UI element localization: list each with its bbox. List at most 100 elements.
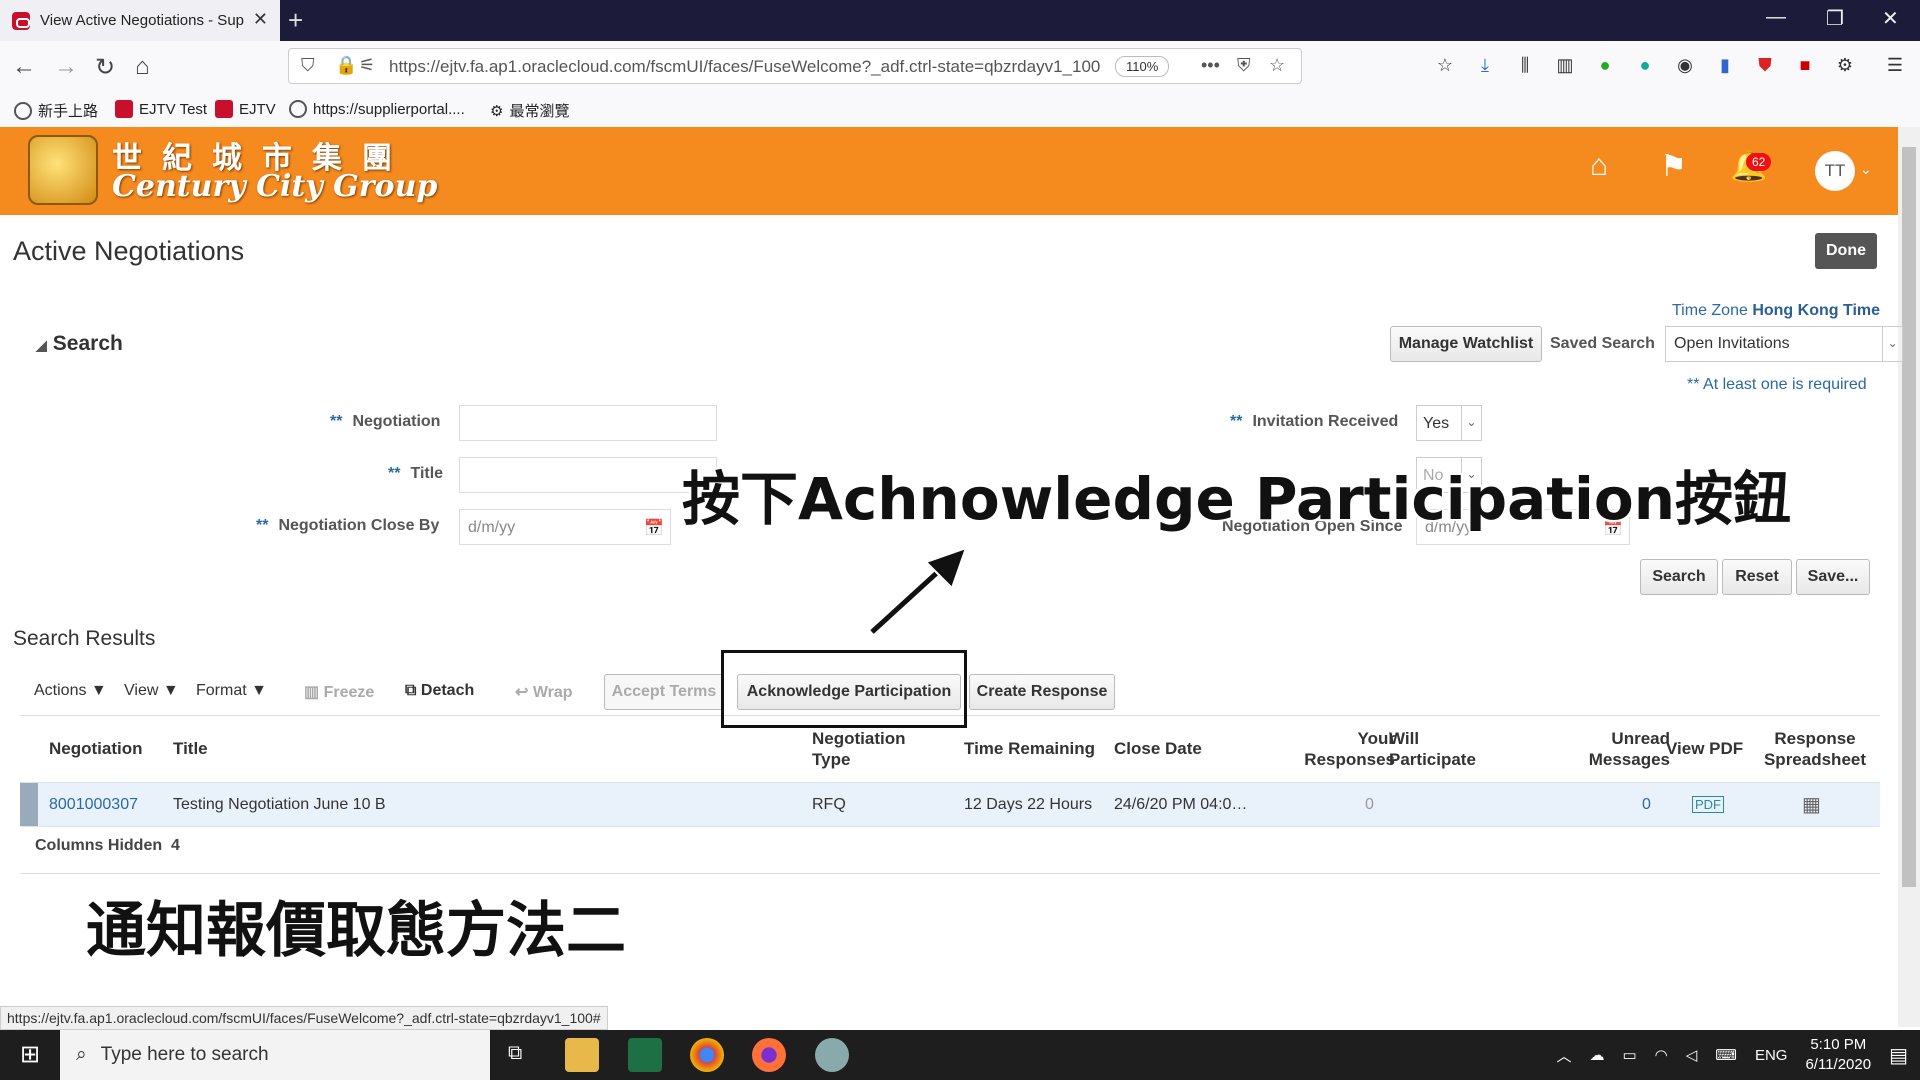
page-actions-icon[interactable]: ••• [1201,55,1220,76]
col-your-responses[interactable]: Your Responses [1280,728,1395,770]
bookmark-item[interactable]: EJTV Test [115,100,207,118]
search-button[interactable]: Search [1640,559,1718,595]
close-tab-icon[interactable]: ✕ [253,9,268,30]
saved-search-select[interactable]: Open Invitations ⌄ [1665,326,1903,362]
close-by-date-input[interactable]: d/m/yy 📅 [459,509,671,545]
wrap-icon: ↩ [515,684,529,701]
highlight-box [721,650,967,728]
company-logo[interactable] [28,135,98,205]
scrollbar-thumb[interactable] [1902,147,1916,887]
firefox-icon[interactable] [752,1038,786,1072]
bookmark-item[interactable]: 新手上路 [14,100,98,121]
table-row[interactable]: 8001000307 Testing Negotiation June 10 B… [20,782,1880,827]
manage-watchlist-button[interactable]: Manage Watchlist [1390,326,1542,362]
create-response-button[interactable]: Create Response [969,674,1115,710]
col-time-remaining[interactable]: Time Remaining [964,738,1095,759]
bookmark-item[interactable]: https://supplierportal.... [289,100,465,118]
browser-tab[interactable]: View Active Negotiations - Sup ✕ [0,0,280,41]
clock[interactable]: 5:10 PM 6/11/2020 [1805,1035,1871,1075]
save-search-button[interactable]: Save... [1796,559,1870,595]
close-window-icon[interactable]: ✕ [1882,6,1899,31]
extension-bookmark-icon[interactable]: ▮ [1714,54,1736,76]
actions-menu[interactable]: Actions ▼ [34,682,107,700]
url-bar[interactable]: ⛉ 🔒 ⚟ https://ejtv.fa.ap1.oraclecloud.co… [288,48,1302,84]
ublock-icon[interactable]: ⛊ [1754,54,1776,76]
row-selector[interactable] [20,783,38,826]
shield-icon[interactable]: ⛉ [301,55,315,76]
action-center-icon[interactable]: ▤ [1889,1043,1908,1068]
file-explorer-icon[interactable] [565,1038,599,1072]
wrap-button[interactable]: ↩ Wrap [515,682,573,702]
wifi-icon[interactable]: ◠ [1655,1046,1668,1064]
accept-terms-button[interactable]: Accept Terms [604,674,724,710]
home-icon[interactable]: ⌂ [135,53,150,81]
extension-check-icon[interactable]: ● [1594,54,1616,76]
home-icon[interactable]: ⌂ [1590,149,1608,183]
bookmark-item[interactable]: EJTV [215,100,276,118]
row-unread-messages[interactable]: 0 [1642,796,1651,814]
excel-icon[interactable] [628,1038,662,1072]
extension-icon[interactable]: ⚙ [1834,54,1856,76]
format-menu[interactable]: Format ▼ [196,682,267,700]
sidebar-icon[interactable]: ▥ [1554,54,1576,76]
page-scrollbar[interactable] [1898,127,1920,1027]
done-button[interactable]: Done [1815,233,1877,269]
flag-icon[interactable]: ⚑ [1660,149,1687,184]
library-icon[interactable]: ⫼ [1514,54,1536,76]
language-indicator[interactable]: ENG [1755,1047,1788,1064]
task-view-icon[interactable]: ⧉ [508,1042,522,1065]
freeze-button[interactable]: ▥ Freeze [304,682,374,702]
restore-icon[interactable]: ❐ [1826,6,1844,31]
bookmark-item[interactable]: ⚙ 最常瀏覽 [490,100,569,121]
user-avatar[interactable]: TT [1815,151,1855,191]
windows-start-icon[interactable]: ⊞ [0,1030,60,1080]
permissions-icon[interactable]: ⚟ [359,55,375,76]
paint-icon[interactable] [815,1038,849,1072]
menu-icon[interactable]: ☰ [1884,54,1906,76]
account-icon[interactable]: ◉ [1674,54,1696,76]
collapse-triangle-icon[interactable]: ◢ [36,337,47,353]
negotiation-input[interactable] [459,405,717,441]
col-title[interactable]: Title [173,738,208,759]
detach-button[interactable]: ⧉ Detach [405,682,474,700]
battery-icon[interactable]: ▭ [1622,1046,1636,1064]
col-response-spreadsheet[interactable]: Response Spreadsheet [1763,728,1867,770]
forward-icon[interactable]: → [54,53,78,81]
pdf-icon[interactable]: PDF [1692,796,1724,813]
grammarly-icon[interactable]: ● [1634,54,1656,76]
zoom-level[interactable]: 110% [1115,56,1170,77]
reload-icon[interactable]: ↻ [95,53,115,82]
keyboard-icon[interactable]: ⌨ [1715,1046,1737,1064]
chevron-down-icon[interactable]: ⌄ [1882,327,1902,361]
calendar-icon[interactable]: 📅 [644,518,664,538]
spreadsheet-icon[interactable]: ▦ [1802,792,1821,817]
col-negotiation[interactable]: Negotiation [49,738,143,759]
download-icon[interactable]: ⤓ [1474,54,1496,76]
back-icon[interactable]: ← [12,53,36,81]
pocket-icon[interactable]: ⛨ [1237,55,1251,76]
new-tab-icon[interactable]: + [288,5,303,36]
bookmark-star-icon[interactable]: ☆ [1269,55,1285,76]
negotiation-link[interactable]: 8001000307 [49,796,138,814]
col-unread-messages[interactable]: Unread Messages [1550,728,1670,770]
volume-icon[interactable]: ◁ [1686,1046,1698,1064]
view-menu[interactable]: View ▼ [124,682,179,700]
col-view-pdf[interactable]: View PDF [1666,738,1743,759]
minimize-icon[interactable]: — [1766,6,1786,29]
reader-icon[interactable]: ☆ [1434,54,1456,76]
title-input[interactable] [459,457,717,493]
reset-button[interactable]: Reset [1722,559,1792,595]
search-section-header[interactable]: ◢ Search [36,332,123,356]
chevron-down-icon[interactable]: ⌄ [1860,161,1872,178]
chevron-down-icon[interactable]: ⌄ [1461,406,1481,440]
chevron-up-icon[interactable]: ︿ [1556,1045,1571,1066]
taskbar-search-box[interactable]: ⌕ Type here to search [60,1030,490,1080]
col-negotiation-type[interactable]: Negotiation Type [812,728,906,770]
col-will-participate[interactable]: Will Participate [1389,728,1476,770]
cloud-icon[interactable]: ☁ [1589,1046,1604,1064]
invitation-received-select[interactable]: Yes ⌄ [1416,405,1482,441]
url-text[interactable]: https://ejtv.fa.ap1.oraclecloud.com/fscm… [389,57,1100,77]
col-close-date[interactable]: Close Date [1114,738,1202,759]
chrome-icon[interactable] [690,1038,724,1072]
pdf-extension-icon[interactable]: ■ [1794,54,1816,76]
